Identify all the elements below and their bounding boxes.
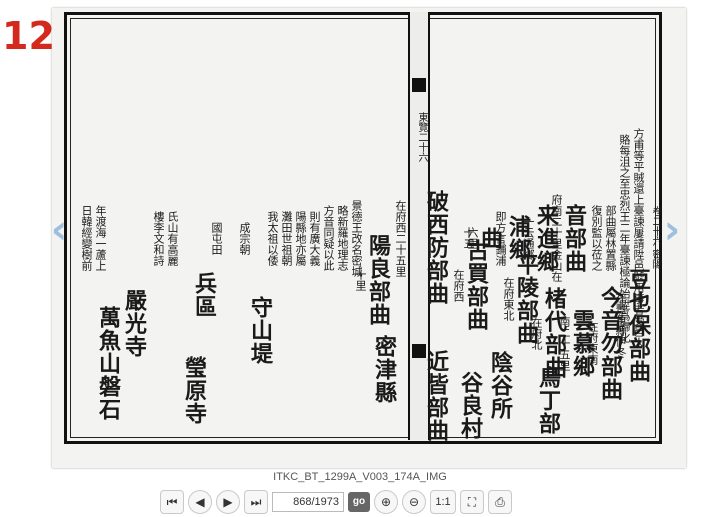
text-column: 密津縣 [370, 276, 397, 462]
entry-heading: 平陵部曲 [513, 253, 539, 345]
entry-heading: 今音勿部曲 [597, 285, 623, 401]
text-column: 陰谷所 [486, 308, 513, 462]
text-column: 方音同疑以此 [322, 205, 335, 271]
entry-heading: 密津縣 [371, 334, 397, 404]
text-column: 鳥丁部 [534, 338, 561, 462]
entry-heading: 破西防部曲 [423, 189, 449, 305]
scanned-page-image: 卷二十六 密陽 方甫等平賊還上臺諫屢請陞邑號用事者受邑人 賂每沮之至忠烈王二年臺… [52, 8, 686, 468]
text-column: 瑩原寺 [181, 318, 207, 462]
entry-heading: 豆也保部曲 [625, 267, 651, 383]
zoom-in-button[interactable]: ⊕ [374, 490, 398, 514]
viewer-toolbar: ⏮ ◀ ▶ ⏭ 868/1973 go ⊕ ⊖ 1:1 ⛶ ⎙ [160, 490, 512, 514]
entry-heading: 陰谷所 [487, 350, 513, 420]
entry-heading: 兵區 [191, 272, 217, 318]
text-column: 則有廣大義 [308, 210, 321, 266]
text-column: 陽縣地亦屬 [294, 210, 307, 266]
fit-page-icon: ⛶ [467, 494, 477, 509]
page-number-input[interactable]: 868/1973 [272, 492, 344, 512]
text-column: 谷良村 [456, 348, 483, 462]
prev-page-icon: ◀ [195, 495, 205, 509]
actual-size-button[interactable]: 1:1 [430, 490, 456, 514]
text-column: 嚴光寺 [121, 184, 147, 462]
text-column: 景德王改名密城 [350, 199, 363, 277]
text-column: 近皆部曲 [422, 330, 449, 462]
page-number-badge: 12 [2, 14, 55, 58]
entry-heading: 瑩原寺 [181, 355, 207, 425]
text-column: 豆也保部曲 在豐角縣伊冬 [614, 188, 651, 462]
entry-heading: 谷良村 [457, 370, 483, 440]
text-column: 雲慕鄉 南二十五里 [558, 224, 595, 462]
entry-note: 在府西 [452, 268, 465, 302]
text-column: 灘田世祖朝 [280, 210, 293, 266]
entry-heading: 鳥丁部 [535, 365, 561, 435]
prev-page-button[interactable]: ◀ [188, 490, 212, 514]
entry-heading: 守山堤 [247, 295, 273, 365]
text-column: 守山堤 [247, 198, 273, 462]
entry-heading: 近皆部曲 [423, 350, 449, 442]
go-button[interactable]: go [348, 492, 370, 512]
text-column: 樓李文和詩 [152, 210, 165, 266]
entry-heading: 雲慕鄉 [569, 308, 595, 378]
text-column: 日韓經變樹前 [80, 205, 93, 271]
first-page-icon: ⏮ [166, 494, 178, 509]
text-column: 氏山有高麗 [166, 210, 179, 266]
zoom-out-icon: ⊖ [408, 495, 420, 509]
zoom-out-button[interactable]: ⊖ [402, 490, 426, 514]
last-page-icon: ⏭ [250, 494, 262, 509]
image-filename: ITKC_BT_1299A_V003_174A_IMG [273, 471, 447, 483]
entry-heading: 古買部曲 [463, 239, 489, 331]
text-column: 年渡海一蘆上 [94, 205, 107, 271]
text-column: 今音勿部曲 在府東南 [586, 224, 623, 462]
next-page-icon: ▶ [223, 495, 233, 509]
last-page-button[interactable]: ⏭ [244, 490, 268, 514]
zoom-in-icon: ⊕ [380, 495, 392, 509]
text-column: 略新羅地理志 [336, 205, 349, 271]
next-image-arrow-icon[interactable]: › [662, 208, 682, 252]
previous-image-arrow-icon[interactable]: ‹ [49, 208, 69, 252]
fit-page-button[interactable]: ⛶ [460, 490, 484, 514]
print-icon: ⎙ [495, 494, 505, 509]
first-page-button[interactable]: ⏮ [160, 490, 184, 514]
next-page-button[interactable]: ▶ [216, 490, 240, 514]
entry-heading: 嚴光寺 [121, 288, 147, 358]
print-button[interactable]: ⎙ [488, 490, 512, 514]
